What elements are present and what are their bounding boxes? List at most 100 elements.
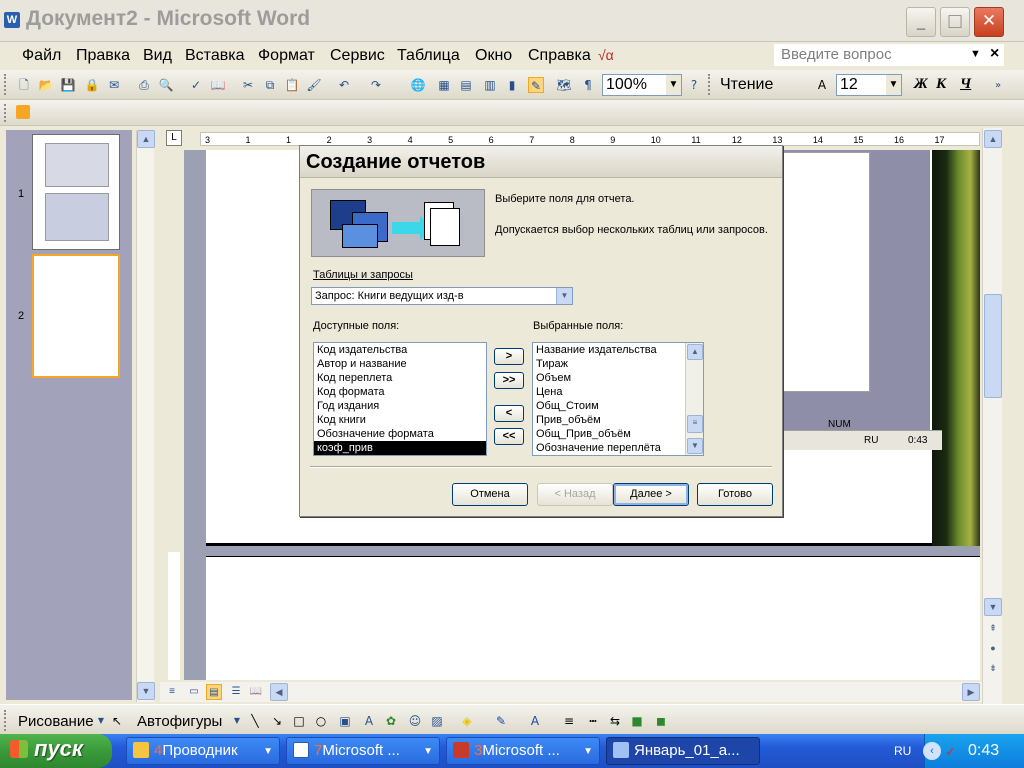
oval-icon[interactable]: ○ xyxy=(314,714,328,728)
print-icon[interactable]: ⎙ xyxy=(136,77,152,93)
list-scroll-down-icon[interactable]: ▼ xyxy=(687,438,703,454)
insert-table-icon[interactable]: ▤ xyxy=(458,77,474,93)
rectangle-icon[interactable]: □ xyxy=(292,714,306,728)
move-all-right-button[interactable]: >> xyxy=(494,372,524,389)
antivirus-icon[interactable]: ✓ xyxy=(945,744,956,760)
scroll-left-icon[interactable]: ◀ xyxy=(270,683,288,701)
close-button[interactable]: ✕ xyxy=(974,7,1004,37)
list-item[interactable]: Общ_Стоим xyxy=(533,399,703,413)
document-page-2[interactable] xyxy=(206,556,980,680)
task-access[interactable]: 3Microsoft ... ▼ xyxy=(446,737,600,765)
toolbar-grip[interactable] xyxy=(4,74,7,95)
picture-icon[interactable]: ▨ xyxy=(430,714,444,728)
cancel-button[interactable]: Отмена xyxy=(452,483,528,506)
line-style-icon[interactable]: ≡ xyxy=(562,714,576,728)
autoshapes-dropdown-icon[interactable]: ▼ xyxy=(230,714,244,728)
chevron-down-icon[interactable]: ▼ xyxy=(556,288,572,304)
line-color-icon[interactable]: ✎ xyxy=(494,714,508,728)
tab-selector[interactable]: L xyxy=(166,130,182,146)
spelling-icon[interactable]: ✓ xyxy=(188,77,204,93)
menu-format[interactable]: Формат xyxy=(258,47,315,65)
show-hidden-icons-icon[interactable]: ‹ xyxy=(923,742,941,760)
paste-icon[interactable]: 📋 xyxy=(284,77,300,93)
web-view-icon[interactable]: ▭ xyxy=(186,684,202,700)
print-preview-icon[interactable]: 🔍 xyxy=(158,77,174,93)
list-item[interactable]: коэф_прив xyxy=(314,441,486,455)
equation-icon[interactable]: √α xyxy=(598,47,614,63)
format-painter-icon[interactable]: 🖌 xyxy=(306,77,322,93)
menu-file[interactable]: Файл xyxy=(22,47,61,65)
redo-icon[interactable]: ↷ xyxy=(368,77,384,93)
shadow-icon[interactable]: ■ xyxy=(630,714,644,728)
task-explorer[interactable]: 4Проводник ▼ xyxy=(126,737,280,765)
undo-icon[interactable]: ↶ xyxy=(336,77,352,93)
minimize-button[interactable]: _ xyxy=(906,7,936,37)
diagram-icon[interactable]: ✿ xyxy=(384,714,398,728)
toolbar-grip[interactable] xyxy=(4,710,7,731)
research-icon[interactable]: 📖 xyxy=(210,77,226,93)
arrow-icon[interactable]: ↘ xyxy=(270,714,284,728)
maximize-button[interactable]: □ xyxy=(940,7,970,37)
hyperlink-icon[interactable]: 🌐 xyxy=(410,77,426,93)
menu-help[interactable]: Справка xyxy=(528,47,591,65)
clipart-icon[interactable]: ☺ xyxy=(408,714,422,728)
insert-excel-icon[interactable]: ▥ xyxy=(482,77,498,93)
vertical-ruler-strip[interactable] xyxy=(168,552,180,680)
styles-icon[interactable]: A xyxy=(814,77,830,93)
move-one-right-button[interactable]: > xyxy=(494,348,524,365)
select-objects-icon[interactable]: ↖ xyxy=(110,714,124,728)
list-item[interactable]: Общ_Прив_объём xyxy=(533,427,703,441)
task-word[interactable]: 7Microsoft ... ▼ xyxy=(286,737,440,765)
textbox-icon[interactable]: ▣ xyxy=(338,714,352,728)
email-icon[interactable]: ✉ xyxy=(106,77,122,93)
thumbnail-scroll-down-icon[interactable]: ▼ xyxy=(137,682,155,700)
arrow-style-icon[interactable]: ⇆ xyxy=(608,714,622,728)
wordart-icon[interactable]: A xyxy=(362,714,376,728)
cut-icon[interactable]: ✂ xyxy=(240,77,256,93)
open-icon[interactable]: 📂 xyxy=(38,77,54,93)
outline-view-icon[interactable]: ☰ xyxy=(228,684,244,700)
tables-queries-select[interactable]: Запрос: Книги ведущих изд-в ▼ xyxy=(311,287,573,305)
scroll-thumb[interactable] xyxy=(984,294,1002,398)
office-clipboard-icon[interactable] xyxy=(16,105,30,119)
copy-icon[interactable]: ⧉ xyxy=(262,77,278,93)
task-document[interactable]: Январь_01_а... xyxy=(606,737,760,765)
list-item[interactable]: Прив_объём xyxy=(533,413,703,427)
previous-page-icon[interactable]: ⇞ xyxy=(984,620,1002,638)
list-item[interactable]: Год издания xyxy=(314,399,486,413)
list-item[interactable]: Тираж xyxy=(533,357,703,371)
columns-icon[interactable]: ▮ xyxy=(504,77,520,93)
list-item[interactable]: Цена xyxy=(533,385,703,399)
zoom-dropdown-icon[interactable]: ▼ xyxy=(666,75,681,95)
bold-button[interactable]: Ж xyxy=(914,76,928,93)
help-icon[interactable]: ? xyxy=(686,77,702,93)
thumbnail-scrollbar[interactable] xyxy=(136,130,154,702)
reading-layout-button[interactable]: Чтение xyxy=(720,76,773,94)
line-icon[interactable]: ╲ xyxy=(248,714,262,728)
menu-tools[interactable]: Сервис xyxy=(330,47,385,65)
list-item[interactable]: Код издательства xyxy=(314,343,486,357)
ruler-strip[interactable]: 3 1 1 2 3 4 5 6 7 8 9 10 11 12 13 14 15 16 17 xyxy=(200,132,980,146)
move-one-left-button[interactable]: < xyxy=(494,405,524,422)
list-item[interactable]: Код книги xyxy=(314,413,486,427)
draw-dropdown-icon[interactable]: ▼ xyxy=(94,714,108,728)
language-indicator[interactable]: RU xyxy=(894,744,911,758)
drawing-icon[interactable]: ✎ xyxy=(528,77,544,93)
toolbar-grip[interactable] xyxy=(708,74,711,95)
selected-fields-list[interactable]: Название издательства Тираж Объем Цена Общ_С… xyxy=(532,342,704,456)
menu-insert[interactable]: Вставка xyxy=(185,47,244,65)
list-scroll-thumb[interactable]: ≡ xyxy=(687,415,703,433)
select-browse-object-icon[interactable]: ● xyxy=(984,640,1002,658)
show-hide-icon[interactable]: ¶ xyxy=(580,77,596,93)
menu-edit[interactable]: Правка xyxy=(76,47,130,65)
list-item[interactable]: Код формата xyxy=(314,385,486,399)
list-scroll-up-icon[interactable]: ▲ xyxy=(687,344,703,360)
thumbnail-scroll-up-icon[interactable]: ▲ xyxy=(137,130,155,148)
menu-window[interactable]: Окно xyxy=(475,47,512,65)
back-button[interactable]: < Назад xyxy=(537,483,613,506)
toolbar-grip[interactable] xyxy=(4,104,7,122)
scroll-up-icon[interactable]: ▲ xyxy=(984,130,1002,148)
finish-button[interactable]: Готово xyxy=(697,483,773,506)
menu-table[interactable]: Таблица xyxy=(397,47,460,65)
normal-view-icon[interactable]: ≡ xyxy=(164,684,180,700)
